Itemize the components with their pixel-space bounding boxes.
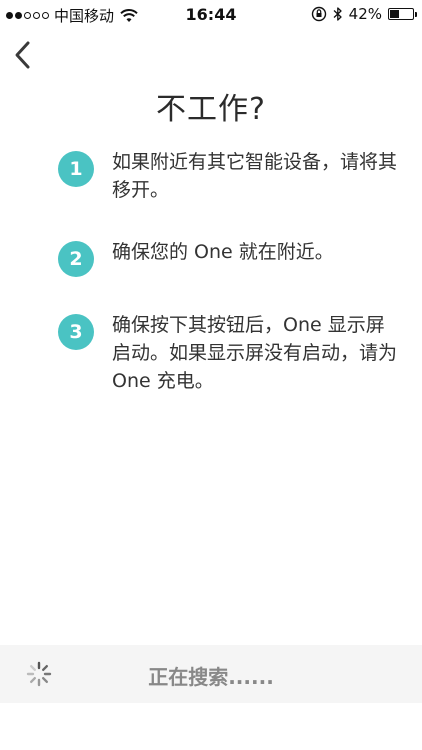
step-text: 如果附近有其它智能设备，请将其移开。 <box>112 151 398 201</box>
search-status-text: 正在搜索...... <box>148 665 274 689</box>
search-status-bar: 正在搜索...... <box>0 645 422 703</box>
orientation-lock-icon <box>311 6 326 22</box>
step-item: 1 如果附近有其它智能设备，请将其移开。 <box>58 148 398 204</box>
back-button[interactable] <box>8 38 38 72</box>
status-bar: 中国移动 16:44 42% <box>0 0 422 28</box>
battery-fill <box>390 10 400 18</box>
step-number-badge: 2 <box>58 241 94 277</box>
chevron-left-icon <box>15 41 30 69</box>
status-right: 42% <box>311 5 417 23</box>
step-number-badge: 1 <box>58 151 94 187</box>
bluetooth-icon <box>333 7 342 21</box>
step-number-badge: 3 <box>58 314 94 350</box>
troubleshooting-steps: 1 如果附近有其它智能设备，请将其移开。 2 确保您的 One 就在附近。 3 … <box>58 148 398 429</box>
step-text: 确保按下其按钮后，One 显示屏启动。如果显示屏没有启动，请为 One 充电。 <box>112 314 398 392</box>
step-item: 2 确保您的 One 就在附近。 <box>58 238 398 277</box>
battery-percent: 42% <box>348 5 382 23</box>
battery-icon <box>388 8 417 20</box>
step-text: 确保您的 One 就在附近。 <box>112 241 334 263</box>
page-title: 不工作? <box>156 92 266 127</box>
step-item: 3 确保按下其按钮后，One 显示屏启动。如果显示屏没有启动，请为 One 充电… <box>58 311 398 395</box>
